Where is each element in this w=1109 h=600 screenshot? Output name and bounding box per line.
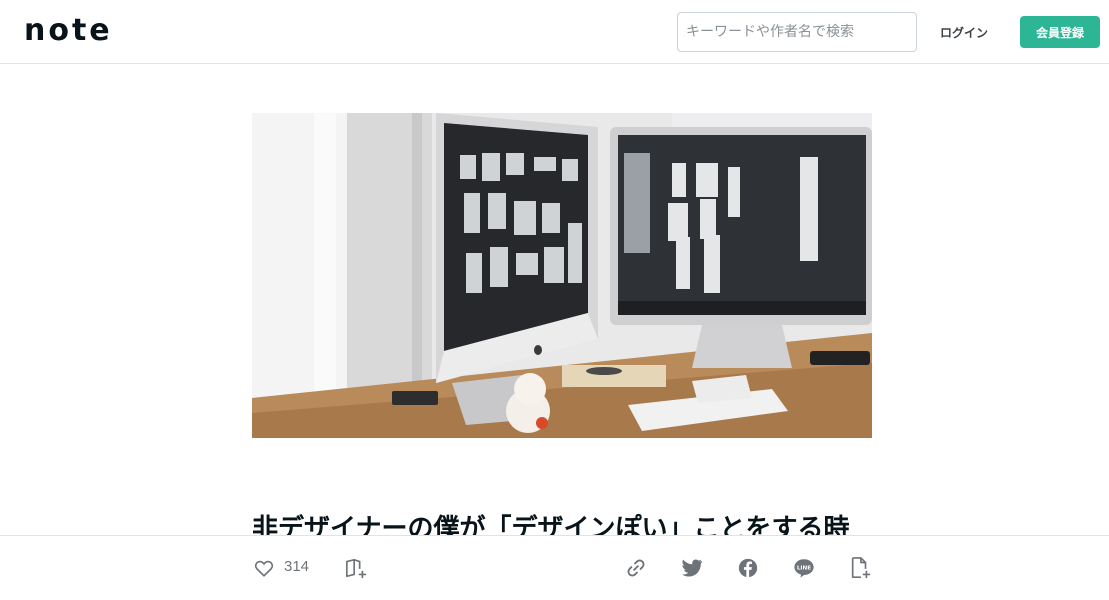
copy-link-button[interactable]	[622, 554, 650, 582]
embed-button[interactable]	[846, 554, 874, 582]
facebook-icon	[738, 558, 758, 578]
note-logo[interactable]: note	[24, 14, 113, 48]
link-icon	[627, 559, 645, 577]
twitter-icon	[681, 559, 703, 577]
add-to-magazine-button[interactable]	[342, 554, 370, 582]
share-line-button[interactable]: LINE	[790, 554, 818, 582]
article-action-bar: 314 LINE	[0, 535, 1109, 600]
magazine-add-icon	[346, 558, 367, 579]
like-count: 314	[284, 558, 310, 575]
search-input[interactable]	[677, 12, 917, 52]
like-button[interactable]	[250, 554, 278, 582]
svg-text:LINE: LINE	[797, 565, 811, 571]
signup-button[interactable]: 会員登録	[1020, 16, 1100, 48]
article-header-image	[252, 113, 872, 438]
share-facebook-button[interactable]	[734, 554, 762, 582]
login-button[interactable]: ログイン	[928, 16, 1000, 48]
heart-icon	[254, 560, 274, 577]
site-header: note ログイン 会員登録	[0, 0, 1109, 64]
share-twitter-button[interactable]	[678, 554, 706, 582]
line-icon: LINE	[794, 559, 814, 578]
note-add-icon	[851, 557, 871, 579]
